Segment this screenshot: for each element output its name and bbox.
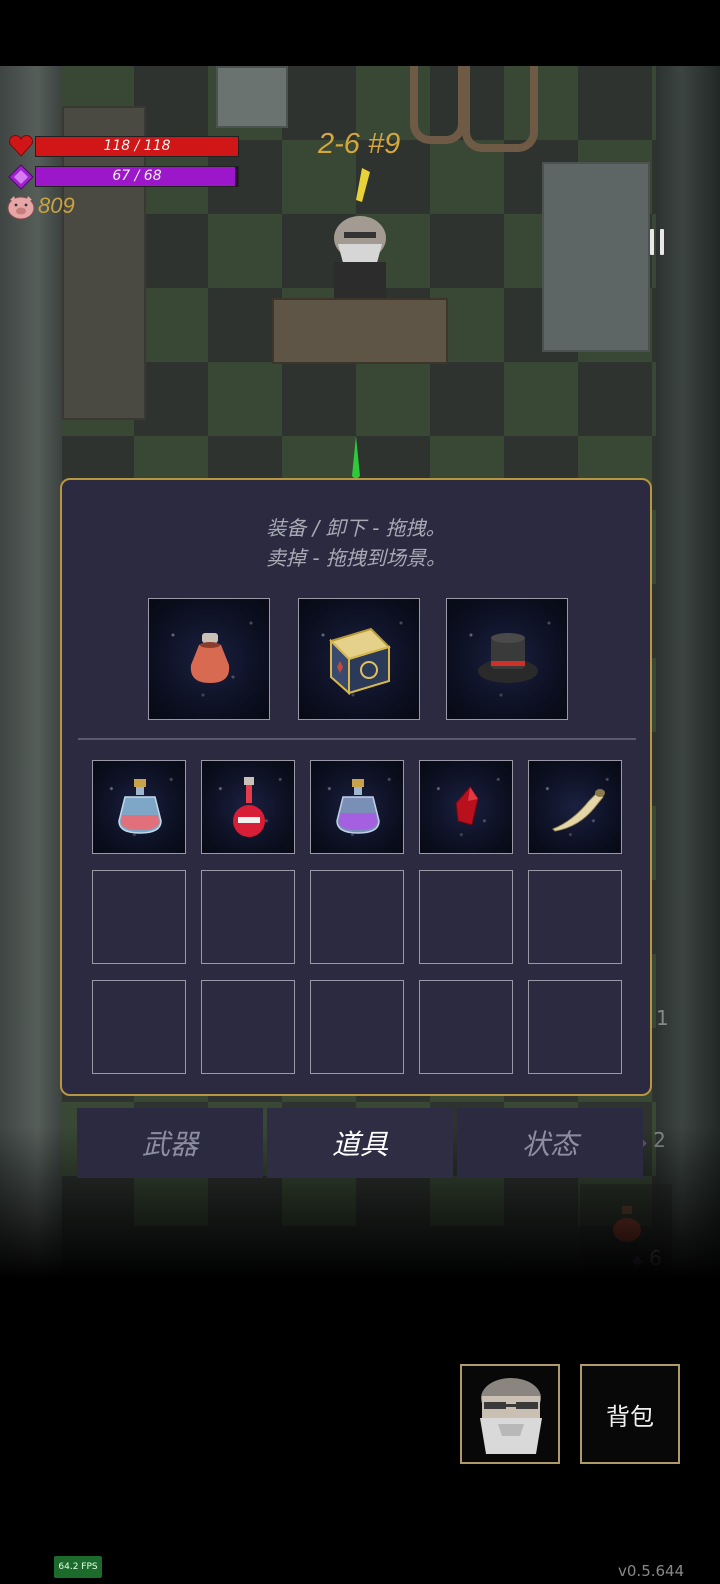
hint-sell: 卖掉 - 拖拽到场景。 bbox=[266, 546, 446, 570]
pause-icon bbox=[650, 229, 654, 255]
inventory-slot-1[interactable] bbox=[92, 760, 186, 854]
left-wall bbox=[0, 66, 62, 1296]
shopkeeper-npc[interactable] bbox=[310, 166, 410, 306]
empty-inventory-slot[interactable] bbox=[92, 870, 186, 964]
shop-table bbox=[272, 298, 448, 364]
empty-inventory-slot[interactable] bbox=[528, 980, 622, 1074]
tab-weapons[interactable]: 武器 bbox=[77, 1108, 263, 1178]
mana-text: 67 / 68 bbox=[112, 168, 162, 184]
empty-inventory-slot[interactable] bbox=[201, 980, 295, 1074]
alchemy-apparatus bbox=[542, 162, 650, 352]
empty-inventory-slot[interactable] bbox=[310, 870, 404, 964]
side-counter: 1 bbox=[656, 1006, 669, 1030]
black-top-hat-icon bbox=[478, 633, 538, 683]
inventory-slot-4[interactable] bbox=[419, 760, 513, 854]
health-bar: 118 / 118 bbox=[35, 136, 239, 157]
inventory-slot-3[interactable] bbox=[310, 760, 404, 854]
pig-coin-icon bbox=[7, 196, 35, 220]
pause-icon-bar bbox=[660, 229, 664, 255]
pause-button[interactable] bbox=[650, 229, 666, 255]
green-arrow-marker bbox=[352, 436, 360, 480]
pipe bbox=[462, 66, 538, 152]
clay-jar-icon bbox=[190, 633, 230, 683]
empty-inventory-slot[interactable] bbox=[201, 870, 295, 964]
golden-dice-icon bbox=[329, 627, 391, 696]
red-crystal-icon bbox=[455, 786, 479, 826]
empty-inventory-slot[interactable] bbox=[310, 980, 404, 1074]
mana-bar: 67 / 68 bbox=[35, 166, 239, 187]
panel-divider bbox=[78, 738, 636, 740]
equipped-slot-1[interactable] bbox=[148, 598, 270, 720]
fps-counter: 64.2 FPS bbox=[54, 1556, 102, 1578]
tab-items[interactable]: 道具 bbox=[267, 1108, 453, 1178]
machine-panel bbox=[216, 66, 288, 128]
health-text: 118 / 118 bbox=[103, 138, 171, 154]
mana-crystal-icon bbox=[8, 164, 34, 190]
hint-equip: 装备 / 卸下 - 拖拽。 bbox=[266, 516, 446, 540]
character-portrait-button[interactable] bbox=[460, 1364, 560, 1464]
backpack-button[interactable]: 背包 bbox=[580, 1364, 680, 1464]
empty-inventory-slot[interactable] bbox=[419, 870, 513, 964]
heart-icon bbox=[8, 134, 34, 157]
equipped-slot-2[interactable] bbox=[298, 598, 420, 720]
old-man-portrait-icon bbox=[480, 1378, 542, 1454]
empty-inventory-slot[interactable] bbox=[92, 980, 186, 1074]
empty-inventory-slot[interactable] bbox=[419, 980, 513, 1074]
stage-label: 2-6 #9 bbox=[318, 128, 401, 160]
equipped-slot-3[interactable] bbox=[446, 598, 568, 720]
backpack-label: 背包 bbox=[606, 1402, 654, 1431]
empty-inventory-slot[interactable] bbox=[528, 870, 622, 964]
purple-potion-flask-icon bbox=[336, 779, 380, 834]
pipe bbox=[410, 66, 466, 144]
inventory-slot-2[interactable] bbox=[201, 760, 295, 854]
red-potion-bottle-icon bbox=[233, 777, 265, 837]
gold-amount: 809 bbox=[38, 193, 75, 218]
inventory-panel: 装备 / 卸下 - 拖拽。 卖掉 - 拖拽到场景。 bbox=[60, 478, 652, 1096]
tab-status[interactable]: 状态 bbox=[457, 1108, 643, 1178]
inventory-slot-5[interactable] bbox=[528, 760, 622, 854]
horn-icon bbox=[552, 789, 605, 832]
pink-potion-flask-icon bbox=[118, 779, 162, 834]
version-label: v0.5.644 bbox=[618, 1562, 685, 1580]
